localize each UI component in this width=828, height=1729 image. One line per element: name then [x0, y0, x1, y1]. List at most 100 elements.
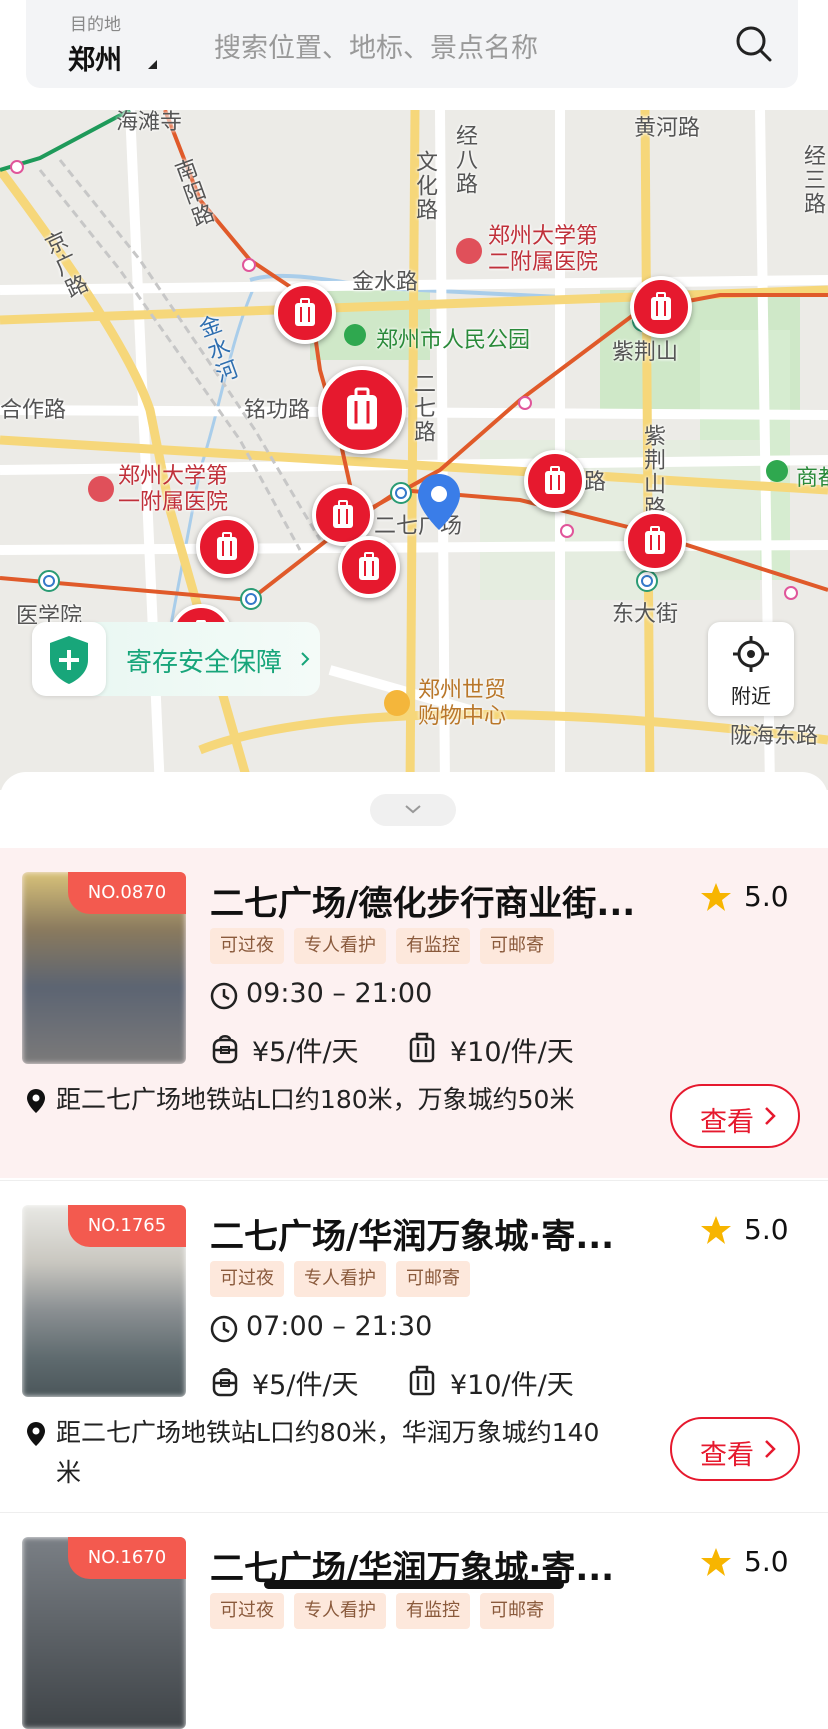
feature-tags: 可过夜 专人看护 有监控 可邮寄	[210, 1593, 554, 1629]
store-title: 二七广场/华润万象城·寄...	[210, 1217, 615, 1257]
station-dot	[10, 160, 24, 174]
map-label-wenhua-rd: 文化路	[412, 150, 437, 222]
map-label-world-trade: 郑州世贸购物中心	[418, 678, 507, 729]
shopping-icon	[384, 690, 410, 716]
map-label-minggong-rd: 铭功路	[244, 398, 311, 423]
feature-tags: 可过夜 专人看护 可邮寄	[210, 1261, 470, 1297]
map-label-zijingshan-rd: 紫荆山路	[640, 424, 665, 520]
hours-text: 09:30 – 21:00	[246, 978, 433, 1009]
map-label-jing8-rd: 经八路	[452, 124, 477, 196]
suitcase-icon	[409, 1032, 435, 1063]
map-label-huanghe-rd: 黄河路	[634, 116, 701, 141]
map-label-jing3-rd: 经三路	[800, 144, 825, 216]
storage-card[interactable]: NO.1670 二七广场/华润万象城·寄... 5.0 可过夜 专人看护 有监控…	[0, 1512, 828, 1729]
luggage-pin[interactable]	[524, 450, 586, 512]
locate-icon	[733, 636, 769, 672]
location-pin-icon	[27, 1422, 45, 1446]
luggage-pin[interactable]	[196, 516, 258, 578]
tag: 可过夜	[210, 1593, 284, 1629]
location-pin-icon	[27, 1089, 45, 1113]
current-location-marker-icon	[418, 474, 460, 530]
chevron-right-icon	[301, 652, 310, 666]
luggage-icon	[295, 298, 315, 326]
nearby-button[interactable]: 附近	[708, 622, 794, 716]
clock-icon	[210, 982, 238, 1010]
map-label-hezuo-rd: 合作路	[0, 398, 67, 423]
map-label-hospital-1: 郑州大学第一附属医院	[118, 464, 229, 515]
map-label-hainan-temple: 海滩寺	[116, 110, 183, 135]
metro-station-icon	[390, 482, 412, 504]
store-number-badge: NO.1765	[68, 1205, 186, 1247]
map-view[interactable]: 海滩寺 黄河路 经八路 文化路 南阳路 经三路 郑州大学第二附属医院 金水路 京…	[0, 110, 828, 790]
rating-value: 5.0	[744, 1545, 789, 1578]
search-icon[interactable]	[734, 24, 774, 64]
station-dot	[518, 396, 532, 410]
shield-icon	[32, 622, 106, 696]
tag: 可邮寄	[396, 1261, 470, 1297]
prices: ¥5/件/天 ¥10/件/天	[210, 1026, 630, 1070]
map-label-peoples-park: 郑州市人民公园	[376, 328, 531, 353]
search-bar[interactable]: 目的地 郑州 搜索位置、地标、景点名称	[26, 0, 798, 88]
backpack-icon	[212, 1035, 238, 1064]
luggage-pin[interactable]	[338, 536, 400, 598]
price-large-text: ¥10/件/天	[450, 1370, 574, 1401]
station-dot	[242, 258, 256, 272]
star-icon	[701, 1216, 731, 1244]
safety-guarantee-banner[interactable]: 寄存安全保障	[32, 622, 320, 696]
map-label-erqi-rd: 二七路	[410, 372, 435, 444]
view-button-label: 查看	[700, 1107, 754, 1138]
luggage-icon	[217, 532, 237, 560]
hours-text: 07:00 – 21:30	[246, 1311, 433, 1342]
backpack-icon	[212, 1368, 238, 1397]
store-number-badge: NO.1670	[68, 1537, 186, 1579]
map-label-jinshui-rd: 金水路	[352, 270, 419, 295]
store-photo: NO.1670	[22, 1537, 186, 1729]
tag: 专人看护	[294, 928, 386, 964]
map-label-dongdajie: 东大街	[612, 602, 679, 627]
view-button[interactable]: 查看	[670, 1084, 800, 1148]
sheet-collapse-handle[interactable]	[370, 794, 456, 826]
hospital-icon-2	[88, 476, 114, 502]
view-button[interactable]: 查看	[670, 1417, 800, 1481]
price-large-text: ¥10/件/天	[450, 1037, 574, 1068]
search-input[interactable]: 搜索位置、地标、景点名称	[214, 26, 538, 65]
luggage-icon	[347, 387, 377, 430]
park-icon	[344, 324, 366, 346]
tag: 可过夜	[210, 1261, 284, 1297]
luggage-pin[interactable]	[630, 276, 692, 338]
city-selector[interactable]: 郑州	[68, 38, 122, 77]
price-small-text: ¥5/件/天	[252, 1370, 359, 1401]
park-icon-2	[766, 460, 788, 482]
metro-station-icon	[240, 588, 262, 610]
rating-value: 5.0	[744, 880, 789, 913]
luggage-icon	[333, 500, 353, 528]
metro-station-icon	[636, 570, 658, 592]
station-dot	[784, 586, 798, 600]
feature-tags: 可过夜 专人看护 有监控 可邮寄	[210, 928, 554, 964]
price-small-text: ¥5/件/天	[252, 1037, 359, 1068]
store-photo: NO.1765	[22, 1205, 186, 1397]
storage-card[interactable]: NO.1765 二七广场/华润万象城·寄... 5.0 可过夜 专人看护 可邮寄…	[0, 1180, 828, 1511]
store-number-badge: NO.0870	[68, 872, 186, 914]
luggage-pin[interactable]	[624, 510, 686, 572]
storage-card[interactable]: NO.0870 二七广场/德化步行商业街... 5.0 可过夜 专人看护 有监控…	[0, 848, 828, 1178]
tag: 有监控	[396, 928, 470, 964]
luggage-pin-selected[interactable]	[318, 366, 406, 454]
luggage-icon	[545, 466, 565, 494]
luggage-icon	[359, 552, 379, 580]
map-label-longhai-rd: 陇海东路	[730, 724, 819, 749]
luggage-pin[interactable]	[274, 282, 336, 344]
tag: 专人看护	[294, 1593, 386, 1629]
safety-guarantee-label: 寄存安全保障	[126, 648, 283, 678]
luggage-icon	[651, 292, 671, 320]
store-photo: NO.0870	[22, 872, 186, 1064]
prices: ¥5/件/天 ¥10/件/天	[210, 1359, 630, 1403]
nearby-label: 附近	[731, 684, 771, 708]
rating-value: 5.0	[744, 1213, 789, 1246]
clock-icon	[210, 1315, 238, 1343]
home-indicator	[264, 1580, 564, 1589]
chevron-right-icon	[765, 1107, 776, 1125]
caret-down-icon[interactable]	[148, 60, 157, 69]
tag: 专人看护	[294, 1261, 386, 1297]
metro-station-icon	[38, 570, 60, 592]
